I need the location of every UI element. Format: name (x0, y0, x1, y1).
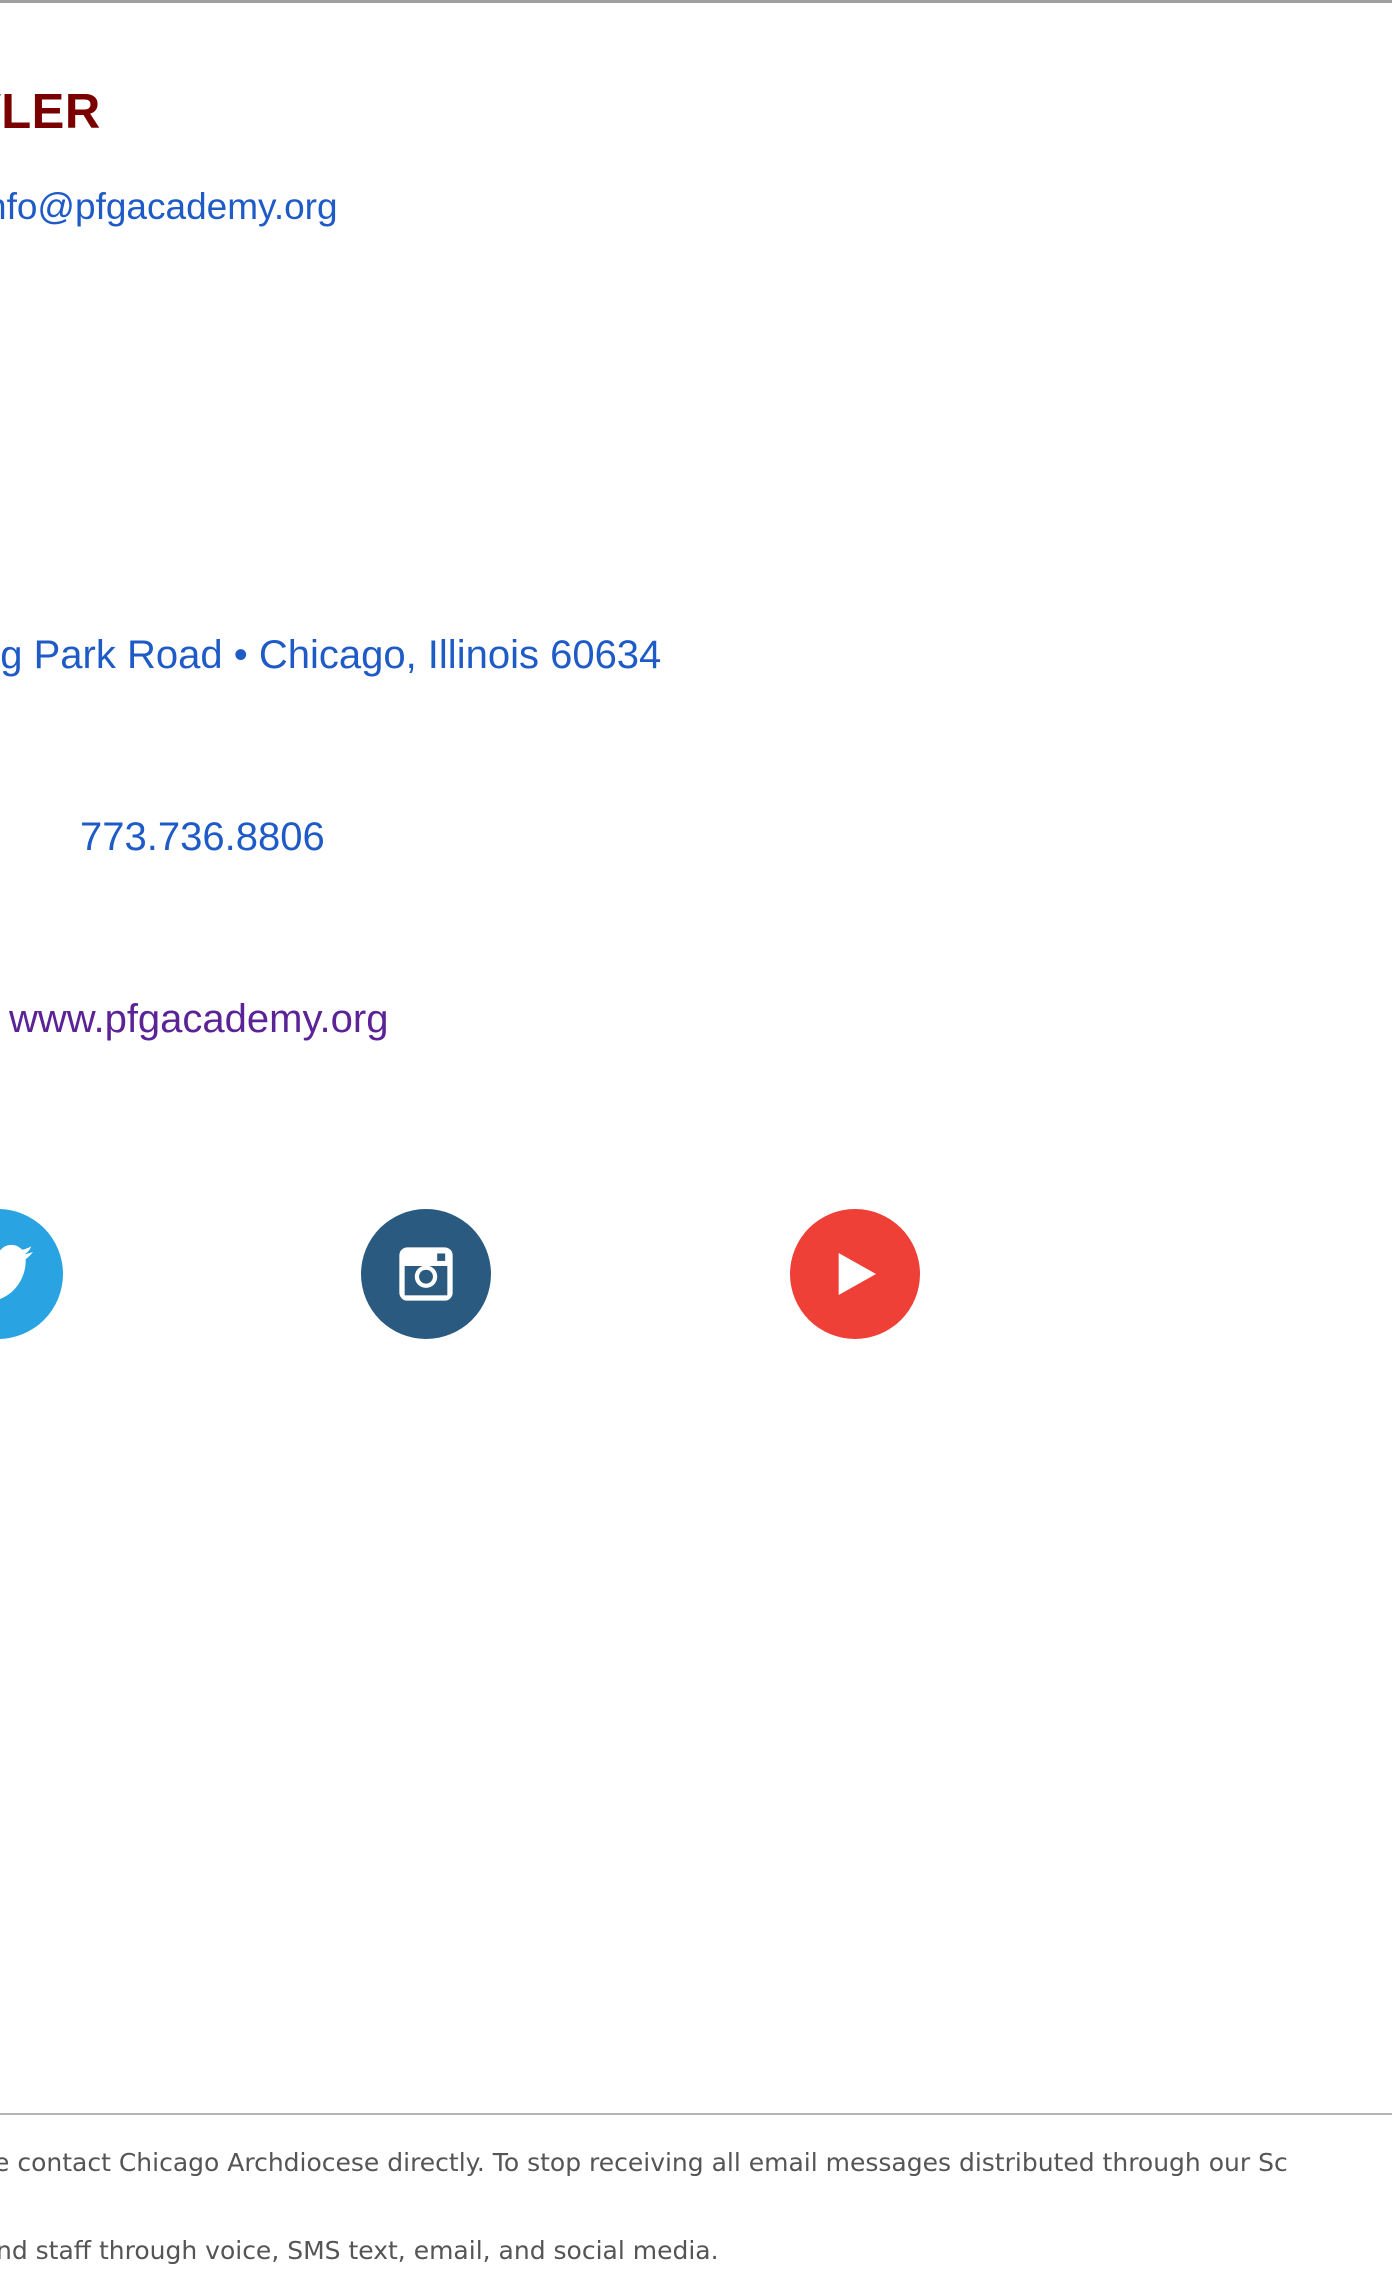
youtube-icon[interactable] (790, 1209, 920, 1339)
play-icon (838, 1253, 876, 1295)
twitter-bird-icon (0, 1244, 33, 1299)
school-name-heading: HOWLER (0, 85, 101, 139)
camera-icon (399, 1247, 453, 1301)
top-divider (0, 0, 1392, 3)
address-link[interactable]: ng Park Road • Chicago, Illinois 60634 (0, 633, 661, 678)
email-link[interactable]: nfo@pfgacademy.org (0, 186, 338, 228)
phone-link[interactable]: 773.736.8806 (80, 815, 325, 860)
twitter-icon[interactable] (0, 1209, 63, 1339)
footer-divider (0, 2113, 1392, 2115)
instagram-icon[interactable] (361, 1209, 491, 1339)
footer-unsubscribe-text: e contact Chicago Archdiocese directly. … (0, 2148, 1288, 2177)
email-page: HOWLER nfo@pfgacademy.org ng Park Road •… (0, 0, 1392, 2271)
footer-service-text: nd staff through voice, SMS text, email,… (0, 2236, 719, 2265)
website-link[interactable]: www.pfgacademy.org (9, 997, 388, 1042)
